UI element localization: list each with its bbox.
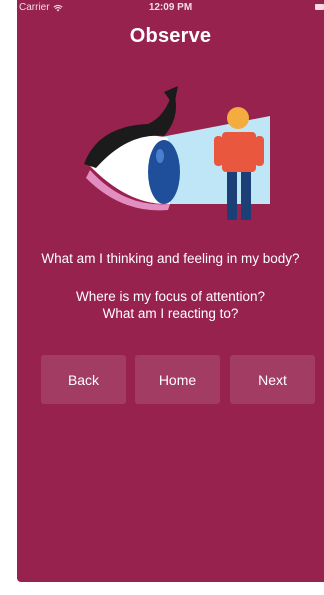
person-arm-left (214, 136, 223, 166)
app-frame: Carrier 12:09 PM Observe What am I think… (0, 0, 324, 595)
battery-icon (315, 4, 324, 10)
iris (148, 140, 180, 204)
status-bar: Carrier 12:09 PM (17, 0, 324, 16)
next-button[interactable]: Next (230, 355, 315, 404)
status-time: 12:09 PM (148, 2, 193, 13)
person-leg-left (227, 172, 237, 220)
iris-highlight (156, 149, 164, 163)
back-button[interactable]: Back (41, 355, 126, 404)
page-title: Observe (129, 25, 212, 47)
person-head (227, 107, 249, 129)
home-button[interactable]: Home (135, 355, 220, 404)
eye-observing-person-icon (84, 86, 270, 220)
person-leg-right (241, 172, 251, 220)
person-shirt (222, 132, 256, 172)
observe-screen: Carrier 12:09 PM Observe What am I think… (17, 0, 324, 582)
question-thinking-feeling: What am I thinking and feeling in my bod… (41, 251, 300, 266)
question-focus: Where is my focus of attention? (75, 289, 266, 304)
question-focus-reacting: Where is my focus of attention? What am … (17, 288, 324, 322)
question-reacting: What am I reacting to? (102, 306, 239, 321)
person-arm-right (255, 136, 264, 166)
